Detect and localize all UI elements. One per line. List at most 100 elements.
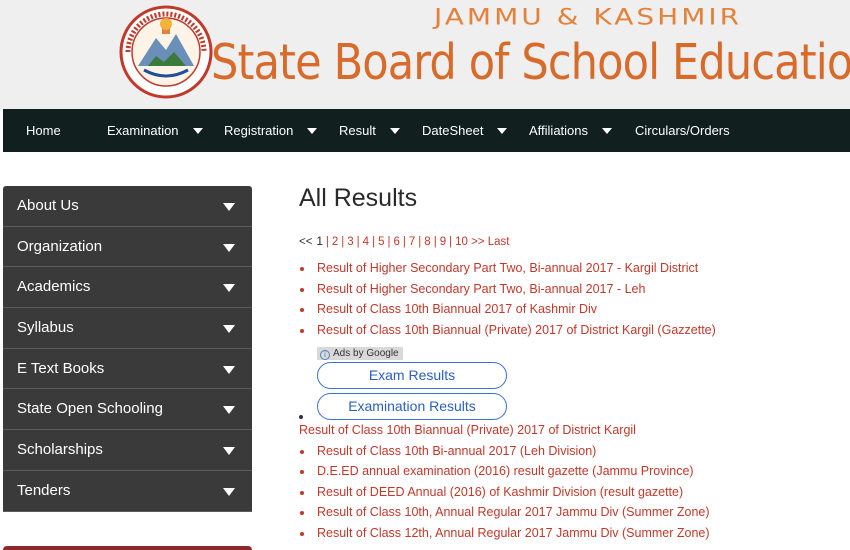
sidebar-item-scholarships[interactable]: Scholarships — [3, 430, 252, 471]
pager-page-9[interactable]: 9 — [440, 236, 446, 248]
pager-page-8[interactable]: 8 — [424, 236, 430, 248]
list-item: Result of Higher Secondary Part Two, Bi-… — [299, 279, 849, 300]
result-link[interactable]: D.E.ED annual examination (2016) result … — [317, 464, 694, 478]
triangle-down-icon — [223, 365, 235, 374]
list-item: Result of Class 10th Bi-annual 2017 (Leh… — [299, 441, 849, 462]
nav-examination[interactable]: Examination — [107, 109, 203, 152]
sidebar-item-label: Organization — [17, 237, 103, 255]
result-link[interactable]: Result of Class 12th, Annual Regular 201… — [317, 526, 710, 540]
sidebar-next-block — [3, 546, 252, 550]
main-nav: Home Examination Registration Result Dat… — [3, 109, 850, 152]
bullet-icon — [300, 308, 304, 313]
bullet-icon — [300, 328, 304, 333]
sidebar-menu: About Us Organization Academics Syllabus… — [3, 186, 252, 512]
chevron-down-icon — [602, 127, 613, 134]
list-item: Result of Class 12th, Annual Regular 201… — [299, 523, 849, 544]
result-link[interactable]: Result of Class 10th Biannual (Private) … — [317, 323, 716, 337]
google-ads-block: i Ads by Google — [317, 343, 403, 361]
result-link[interactable]: Result of Class 10th Biannual 2017 of Ka… — [317, 302, 597, 316]
board-logo-icon[interactable] — [118, 4, 214, 100]
nav-result-label: Result — [339, 123, 376, 138]
chevron-down-icon — [389, 127, 400, 134]
sidebar-item-e-text-books[interactable]: E Text Books — [3, 348, 252, 390]
nav-home-label: Home — [26, 123, 61, 138]
bullet-icon — [300, 511, 304, 516]
nav-result[interactable]: Result — [339, 109, 400, 152]
ads-label[interactable]: i Ads by Google — [317, 347, 403, 360]
nav-datesheet-label: DateSheet — [422, 123, 484, 138]
bullet-icon — [300, 490, 304, 495]
triangle-down-icon — [223, 325, 235, 334]
nav-home[interactable]: Home — [26, 109, 61, 152]
nav-affiliations[interactable]: Affiliations — [529, 109, 613, 152]
page-title: All Results — [299, 184, 418, 212]
pager-page-6[interactable]: 6 — [393, 236, 399, 248]
state-name: JAMMU & KASHMIR — [434, 4, 743, 30]
triangle-down-icon — [223, 243, 235, 252]
pager-page-2[interactable]: 2 — [332, 236, 338, 248]
result-link[interactable]: Result of Higher Secondary Part Two, Bi-… — [317, 261, 698, 275]
sidebar-item-label: E Text Books — [17, 359, 105, 377]
sidebar-item-label: Tenders — [17, 481, 71, 499]
sidebar-item-label: Scholarships — [17, 441, 103, 459]
triangle-down-icon — [223, 487, 235, 496]
list-item: D.E.ED annual examination (2016) result … — [299, 461, 849, 482]
result-link[interactable]: Result of Class 10th, Annual Regular 201… — [317, 505, 710, 519]
result-link[interactable]: Result of DEED Annual (2016) of Kashmir … — [317, 485, 683, 499]
sidebar-item-label: About Us — [17, 197, 79, 214]
sidebar-item-label: Academics — [17, 278, 91, 296]
results-list: Result of Higher Secondary Part Two, Bi-… — [299, 258, 849, 340]
bullet-icon — [300, 470, 304, 475]
list-item: Result of Higher Secondary Part Two, Bi-… — [299, 258, 849, 279]
ad-exam-results-button[interactable]: Exam Results — [317, 362, 507, 389]
bullet-icon — [299, 415, 303, 419]
nav-registration-label: Registration — [224, 123, 294, 138]
pager-first[interactable]: << — [299, 236, 312, 248]
list-item: Result of Class 10th Biannual (Private) … — [299, 320, 849, 341]
list-item: Result of Class 10th Biannual (Private) … — [299, 420, 849, 441]
pager-page-4[interactable]: 4 — [363, 236, 369, 248]
triangle-down-icon — [223, 406, 235, 415]
pager-last[interactable]: Last — [488, 236, 510, 248]
result-link[interactable]: Result of Class 10th Biannual (Private) … — [299, 423, 636, 437]
list-item: Result of Class 10th, Annual Regular 201… — [299, 502, 849, 523]
pager-page-7[interactable]: 7 — [409, 236, 415, 248]
info-icon: i — [320, 350, 330, 360]
bullet-icon — [300, 267, 304, 271]
nav-registration[interactable]: Registration — [224, 109, 318, 152]
sidebar-item-academics[interactable]: Academics — [3, 267, 252, 309]
pager-current: 1 — [316, 236, 323, 248]
bullet-icon — [300, 531, 304, 536]
result-link[interactable]: Result of Class 10th Bi-annual 2017 (Leh… — [317, 444, 596, 458]
sidebar-item-tenders[interactable]: Tenders — [3, 470, 252, 512]
sidebar-item-label: State Open Schooling — [17, 400, 163, 418]
nav-datesheet[interactable]: DateSheet — [422, 109, 508, 152]
sidebar-item-syllabus[interactable]: Syllabus — [3, 308, 252, 349]
bullet-icon — [300, 449, 304, 454]
pagination: << 1 | 2 | 3 | 4 | 5 | 6 | 7 | 8 | 9 | 10 >> Last — [299, 236, 510, 248]
pager-page-10[interactable]: 10 — [455, 236, 468, 248]
chevron-down-icon — [307, 127, 318, 134]
result-link[interactable]: Result of Higher Secondary Part Two, Bi-… — [317, 282, 645, 296]
nav-examination-label: Examination — [107, 123, 179, 138]
pager-page-3[interactable]: 3 — [347, 236, 353, 248]
sidebar-item-state-open-schooling[interactable]: State Open Schooling — [3, 389, 252, 431]
triangle-down-icon — [223, 447, 235, 456]
triangle-down-icon — [223, 284, 235, 293]
pager-next[interactable]: >> — [471, 236, 484, 248]
nav-circulars-label: Circulars/Orders — [635, 123, 730, 138]
triangle-down-icon — [223, 203, 235, 211]
sidebar-item-about-us[interactable]: About Us — [3, 186, 252, 227]
board-name: State Board of School Education — [211, 34, 850, 91]
list-item: Result of Class 10th Biannual 2017 of Ka… — [299, 299, 849, 320]
nav-affiliations-label: Affiliations — [529, 123, 589, 138]
results-list-continued: Result of Class 10th Biannual (Private) … — [299, 420, 849, 544]
pager-page-5[interactable]: 5 — [378, 236, 384, 248]
bullet-icon — [300, 287, 304, 292]
nav-circulars[interactable]: Circulars/Orders — [635, 109, 730, 152]
site-header: JAMMU & KASHMIR State Board of School Ed… — [0, 0, 850, 109]
chevron-down-icon — [192, 127, 203, 134]
sidebar-item-organization[interactable]: Organization — [3, 226, 252, 268]
ad-examination-results-button[interactable]: Examination Results — [317, 393, 507, 420]
ads-label-text: Ads by Google — [333, 348, 399, 359]
